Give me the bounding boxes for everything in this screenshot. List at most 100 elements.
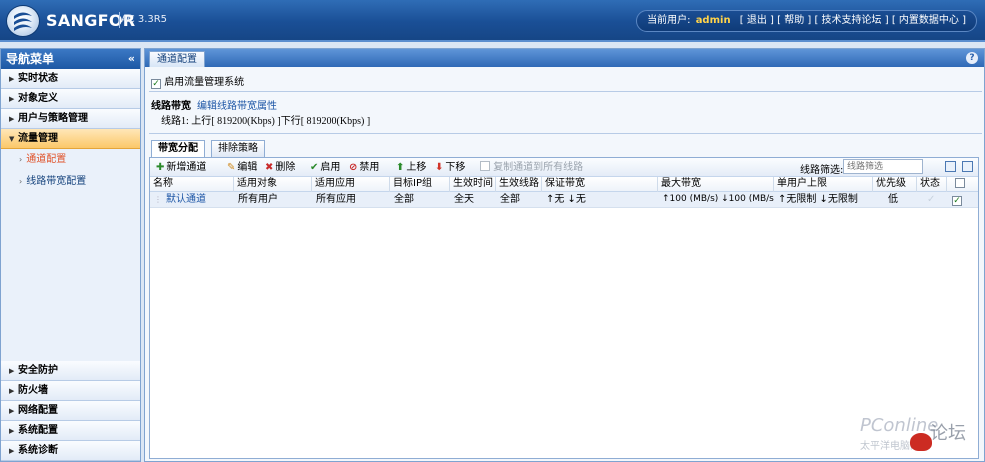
column-header-name[interactable]: 名称: [150, 177, 234, 192]
sidebar-item-system-config[interactable]: ▶ 系统配置: [1, 421, 140, 441]
column-header-status[interactable]: 状态: [917, 177, 947, 192]
data-center-link[interactable]: [ 内置数据中心 ]: [892, 15, 966, 26]
channel-grid: ✚ 新增通道 ✎ 编辑 ✖ 删除 ✔ 启用 ⊘ 禁用 ⬆ 上移 ⬇ 下移 复制通道到所有线路 …: [149, 157, 979, 459]
select-all-cell: [947, 177, 978, 192]
current-user-label: 当前用户:: [647, 15, 691, 26]
table-row[interactable]: ⋮ 默认通道 所有用户 所有应用 全部 全天 全部 ↑无 ↓无 ↑100 (MB/…: [150, 192, 978, 208]
tab-channel-config[interactable]: 通道配置: [149, 51, 205, 67]
column-header-app[interactable]: 适用应用: [312, 177, 390, 192]
chevron-right-icon: ▶: [9, 387, 15, 395]
move-down-button[interactable]: ⬇ 下移: [435, 161, 465, 174]
delete-button[interactable]: ✖ 删除: [265, 161, 295, 174]
chevron-right-icon: ▶: [9, 115, 15, 123]
top-header: SANGFOR AC 3.3R5 当前用户: admin [ 退出 ] [ 帮助…: [0, 0, 985, 42]
sidebar-item-object-definition[interactable]: ▶ 对象定义: [1, 89, 140, 109]
row-handle-icon: ⋮: [154, 195, 162, 204]
sidebar-item-traffic-management[interactable]: ▼ 流量管理: [1, 129, 140, 149]
ip-group-cell: 全部: [394, 194, 414, 205]
line-filter-input[interactable]: [843, 159, 923, 174]
line-bandwidth-title: 线路带宽: [151, 101, 191, 112]
sidebar-item-realtime-status[interactable]: ▶ 实时状态: [1, 69, 140, 89]
copy-icon: [480, 161, 490, 171]
sidebar-item-label: 防火墙: [18, 385, 48, 396]
disable-button[interactable]: ⊘ 禁用: [349, 161, 379, 174]
enable-label: 启用: [320, 162, 341, 173]
move-down-label: 下移: [445, 162, 466, 173]
sidebar-item-security[interactable]: ▶ 安全防护: [1, 361, 140, 381]
bullet-icon: ›: [19, 155, 23, 164]
list-view-icon[interactable]: [962, 161, 973, 172]
channel-name-cell[interactable]: ⋮ 默认通道: [150, 192, 234, 208]
edit-label: 编辑: [237, 162, 258, 173]
priority-cell: 低: [888, 194, 898, 205]
edit-button[interactable]: ✎ 编辑: [227, 161, 257, 174]
ban-icon: ⊘: [349, 162, 358, 173]
move-up-button[interactable]: ⬆ 上移: [396, 161, 426, 174]
arrow-down-icon: ⬇: [435, 162, 444, 173]
select-all-checkbox[interactable]: [955, 178, 965, 188]
sidebar-item-label: 系统配置: [18, 425, 58, 436]
sidebar-item-firewall[interactable]: ▶ 防火墙: [1, 381, 140, 401]
column-header-ip-group[interactable]: 目标IP组: [390, 177, 450, 192]
copy-channel-button[interactable]: 复制通道到所有线路: [480, 161, 583, 174]
chevron-right-icon: ▶: [9, 407, 15, 415]
sidebar-subitem-channel-config[interactable]: › 通道配置: [1, 149, 140, 171]
filter-search-icon[interactable]: [945, 161, 956, 172]
pencil-icon: ✎: [227, 162, 236, 173]
column-header-priority[interactable]: 优先级: [873, 177, 917, 192]
chevron-right-icon: ▶: [9, 75, 15, 83]
sidebar-item-label: 用户与策略管理: [18, 113, 88, 124]
sidebar-item-label: 实时状态: [18, 73, 58, 84]
column-header-line[interactable]: 生效线路: [496, 177, 542, 192]
per-user-cell: ↑无限制 ↓无限制: [778, 194, 858, 205]
column-header-time[interactable]: 生效时间: [450, 177, 496, 192]
add-channel-button[interactable]: ✚ 新增通道: [156, 161, 206, 174]
line-filter-label: 线路筛选:: [800, 165, 844, 176]
tab-bandwidth-allocation[interactable]: 带宽分配: [151, 140, 205, 157]
divider: [119, 12, 120, 28]
column-header-per-user[interactable]: 单用户上限: [774, 177, 873, 192]
support-forum-link[interactable]: [ 技术支持论坛 ]: [814, 15, 888, 26]
enable-button[interactable]: ✔ 启用: [310, 161, 340, 174]
time-cell: 全天: [454, 194, 474, 205]
line-bandwidth-info: 线路1: 上行[ 819200(Kbps) ]下行[ 819200(Kbps) …: [161, 116, 371, 127]
check-icon: ✔: [310, 162, 319, 173]
delete-label: 删除: [275, 162, 296, 173]
logout-link[interactable]: [ 退出 ]: [740, 15, 774, 26]
sidebar-subitem-line-bandwidth[interactable]: › 线路带宽配置: [1, 171, 140, 193]
column-header-guarantee[interactable]: 保证带宽: [542, 177, 658, 192]
copy-channel-label: 复制通道到所有线路: [493, 162, 584, 173]
channel-name: 默认通道: [166, 194, 206, 205]
sidebar-subitem-label: 线路带宽配置: [26, 176, 87, 187]
column-header-object[interactable]: 适用对象: [234, 177, 312, 192]
plus-icon: ✚: [156, 162, 165, 173]
sidebar-item-label: 安全防护: [18, 365, 58, 376]
disable-label: 禁用: [359, 162, 380, 173]
version-label: AC 3.3R5: [121, 14, 168, 25]
sidebar-item-network-config[interactable]: ▶ 网络配置: [1, 401, 140, 421]
sidebar-item-user-policy[interactable]: ▶ 用户与策略管理: [1, 109, 140, 129]
help-icon[interactable]: ?: [966, 52, 978, 64]
app-cell: 所有应用: [316, 194, 356, 205]
guarantee-cell: ↑无 ↓无: [546, 194, 586, 205]
add-channel-label: 新增通道: [166, 162, 207, 173]
row-select-checkbox[interactable]: ✓: [952, 196, 962, 206]
delete-x-icon: ✖: [265, 162, 274, 173]
sangfor-logo-icon: [6, 5, 40, 37]
row-select-cell: ✓: [947, 192, 978, 208]
sidebar-subitem-label: 通道配置: [26, 154, 67, 165]
collapse-icon[interactable]: «: [128, 49, 135, 69]
tab-exclusion-policy[interactable]: 排除策略: [211, 140, 265, 157]
enable-traffic-checkbox[interactable]: ✓: [151, 79, 161, 89]
sidebar-item-label: 流量管理: [18, 133, 58, 144]
sidebar-item-system-diagnosis[interactable]: ▶ 系统诊断: [1, 441, 140, 461]
edit-line-bandwidth-link[interactable]: 编辑线路带宽属性: [197, 97, 277, 112]
arrow-up-icon: ⬆: [396, 162, 405, 173]
bullet-icon: ›: [19, 177, 23, 186]
help-link[interactable]: [ 帮助 ]: [777, 15, 811, 26]
channel-panel: 带宽分配 排除策略 ✚ 新增通道 ✎ 编辑 ✖ 删除 ✔ 启用 ⊘ 禁用 ⬆ 上移 ⬇ 下移 …: [149, 140, 979, 459]
column-header-max[interactable]: 最大带宽: [658, 177, 774, 192]
content-tab-bar: 通道配置 ?: [145, 49, 984, 67]
status-check-icon: ✓: [927, 194, 936, 205]
enable-traffic-label: 启用流量管理系统: [164, 77, 245, 88]
